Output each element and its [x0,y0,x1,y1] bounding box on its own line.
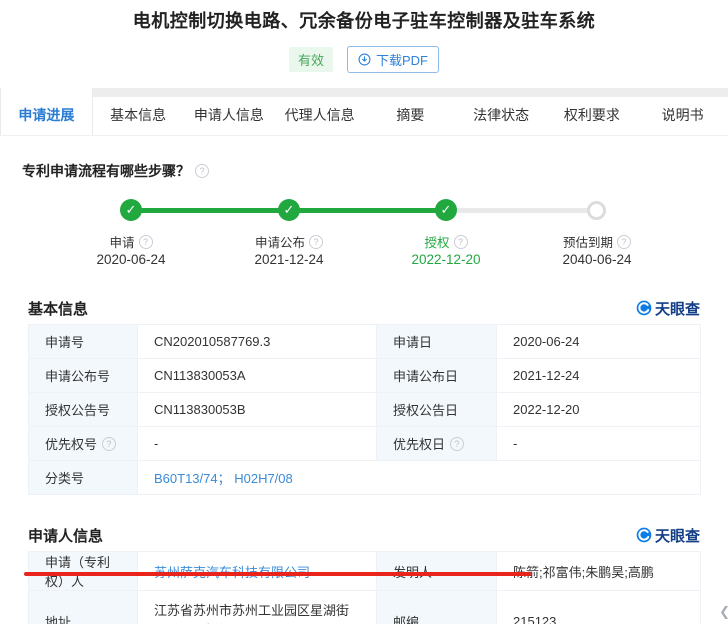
timeline-step-date: 2020-06-24 [51,252,211,267]
field-label: 授权公告号 [29,393,138,427]
field-value: CN113830053A [138,359,377,393]
applicant-info-table: 申请（专利权）人 苏州萨克汽车科技有限公司 发明人 陈箭;祁富伟;朱鹏昊;高鹏 … [28,551,701,624]
tianyancha-eye-icon [636,300,652,316]
tab-bar: 申请进展 基本信息 申请人信息 代理人信息 摘要 法律状态 权利要求 说明书 [0,88,728,136]
download-pdf-label: 下载PDF [376,50,428,69]
tabs: 申请进展 基本信息 申请人信息 代理人信息 摘要 法律状态 权利要求 说明书 [0,88,728,136]
help-icon[interactable]: ? [454,235,468,249]
timeline-step-label: 授权 ? [366,232,526,251]
application-flow-section: 专利申请流程有哪些步骤？ ? ✓ ✓ ✓ 申请 ? 申请公布 ? 授权 ? [22,162,700,288]
step-label-text: 申请公布 [255,232,305,251]
check-icon: ✓ [120,199,142,221]
tab-agent-info[interactable]: 代理人信息 [274,88,365,135]
help-icon[interactable]: ? [139,235,153,249]
help-icon[interactable]: ? [617,235,631,249]
timeline-track-pending [446,208,597,213]
timeline-step-label: 申请公布 ? [209,232,369,251]
brand-name: 天眼查 [655,525,700,546]
field-label: 邮编 [377,591,497,624]
timeline-step-date: 2040-06-24 [517,252,677,267]
download-pdf-button[interactable]: 下载PDF [347,46,439,73]
timeline-step-date: 2022-12-20 [366,252,526,267]
brand-logo: 天眼查 [636,298,700,319]
field-label: 申请号 [29,325,138,359]
title-actions: 有效 下载PDF [0,46,728,72]
download-icon [358,53,371,66]
timeline-step-label: 申请 ? [51,232,211,251]
table-row: 申请公布号 CN113830053A 申请公布日 2021-12-24 [29,359,701,393]
tab-basic-info[interactable]: 基本信息 [93,88,184,135]
step-label-text: 授权 [424,232,449,251]
flow-heading: 专利申请流程有哪些步骤？ ? [22,162,700,180]
tab-description[interactable]: 说明书 [637,88,728,135]
status-badge: 有效 [289,47,333,72]
brand-name: 天眼查 [655,298,700,319]
basic-info-title: 基本信息 [28,298,88,319]
field-label: 申请公布日 [377,359,497,393]
timeline-step-label: 预估到期 ? [517,232,677,251]
field-value: - [138,427,377,461]
table-row: 地址 江苏省苏州市苏州工业园区星湖街328号创意产业园11-304单元 邮编 2… [29,591,701,624]
field-value: CN202010587769.3 [138,325,377,359]
help-icon[interactable]: ? [102,437,116,451]
applicant-info-title: 申请人信息 [28,525,103,546]
applicant-info-header: 申请人信息 天眼查 [28,525,700,545]
table-row: 授权公告号 CN113830053B 授权公告日 2022-12-20 [29,393,701,427]
help-icon[interactable]: ? [309,235,323,249]
tab-application-progress[interactable]: 申请进展 [0,88,93,135]
step-label-text: 预估到期 [563,232,613,251]
tab-abstract[interactable]: 摘要 [365,88,456,135]
address-value: 江苏省苏州市苏州工业园区星湖街328号创意产业园11-304单元 [138,591,377,624]
timeline-step-date: 2021-12-24 [209,252,369,267]
field-value: 2021-12-24 [497,359,701,393]
tab-applicant-info[interactable]: 申请人信息 [184,88,275,135]
basic-info-header: 基本信息 天眼查 [28,298,700,318]
field-value: 2020-06-24 [497,325,701,359]
field-label: 授权公告日 [377,393,497,427]
field-label: 申请日 [377,325,497,359]
field-label-text: 优先权号 [45,434,97,453]
flow-heading-text: 专利申请流程有哪些步骤？ [22,161,190,181]
field-label: 优先权日 ? [377,427,497,461]
table-row: 申请号 CN202010587769.3 申请日 2020-06-24 [29,325,701,359]
basic-info-table: 申请号 CN202010587769.3 申请日 2020-06-24 申请公布… [28,324,701,495]
patent-timeline: ✓ ✓ ✓ 申请 ? 申请公布 ? 授权 ? 预估到期 ? 2020-06-24… [22,188,700,288]
field-value: - [497,427,701,461]
inventors-value: 陈箭;祁富伟;朱鹏昊;高鹏 [497,552,701,591]
page-title: 电机控制切换电路、冗余备份电子驻车控制器及驻车系统 [0,0,728,34]
table-row: 申请（专利权）人 苏州萨克汽车科技有限公司 发明人 陈箭;祁富伟;朱鹏昊;高鹏 [29,552,701,591]
red-annotation-underline [24,572,531,576]
field-label-text: 优先权日 [393,434,445,453]
field-label: 申请（专利权）人 [29,552,138,591]
field-label: 优先权号 ? [29,427,138,461]
patent-detail-page: 电机控制切换电路、冗余备份电子驻车控制器及驻车系统 有效 下载PDF 申请进展 … [0,0,728,624]
chevron-left-icon[interactable]: ❮ [719,604,728,620]
field-label: 发明人 [377,552,497,591]
field-value: 2022-12-20 [497,393,701,427]
tab-claims[interactable]: 权利要求 [547,88,638,135]
field-label: 地址 [29,591,138,624]
help-icon[interactable]: ? [195,164,209,178]
check-icon: ✓ [278,199,300,221]
field-value: CN113830053B [138,393,377,427]
tab-legal-status[interactable]: 法律状态 [456,88,547,135]
field-label: 分类号 [29,461,138,495]
check-icon: ✓ [435,199,457,221]
table-row: 优先权号 ? - 优先权日 ? - [29,427,701,461]
help-icon[interactable]: ? [450,437,464,451]
classification-cell: B60T13/74； H02H7/08 [138,461,701,495]
tianyancha-eye-icon [636,527,652,543]
postcode-value: 215123 [497,591,701,624]
table-row: 分类号 B60T13/74； H02H7/08 [29,461,701,495]
classification-codes-link[interactable]: B60T13/74； H02H7/08 [154,471,293,486]
pending-node-icon [587,201,606,220]
step-label-text: 申请 [109,232,134,251]
brand-logo: 天眼查 [636,525,700,546]
field-label: 申请公布号 [29,359,138,393]
field-value: 苏州萨克汽车科技有限公司 [138,552,377,591]
